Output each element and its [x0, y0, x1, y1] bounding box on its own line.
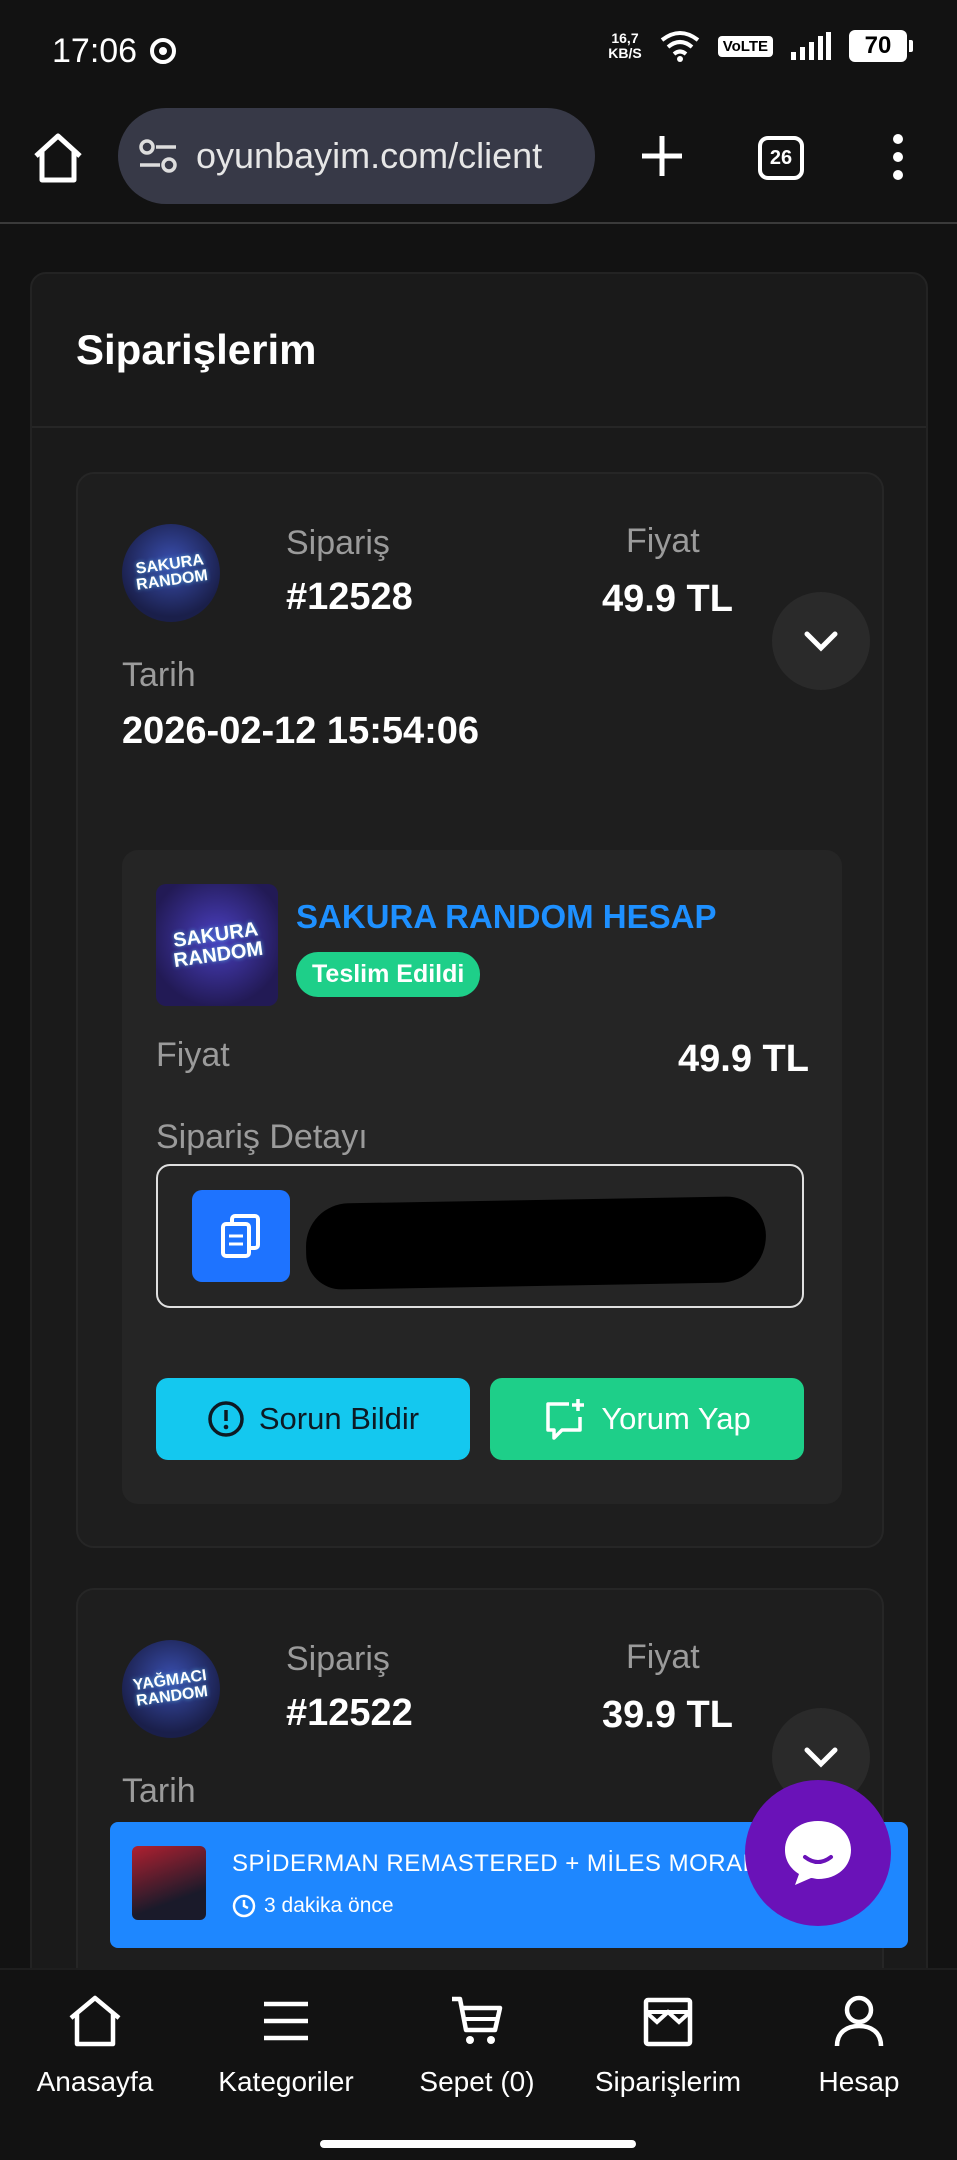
product-name-link[interactable]: SAKURA RANDOM HESAP [296, 898, 716, 936]
order-price: 49.9 TL [602, 578, 733, 620]
live-chat-button[interactable] [745, 1780, 891, 1926]
toast-title: SPİDERMAN REMASTERED + MİLES MORALES [232, 1850, 790, 1877]
clock-icon [232, 1894, 256, 1918]
chevron-down-icon [804, 631, 838, 652]
chevron-down-icon [804, 1747, 838, 1768]
status-bar: 17:06 16,7 KB/S VoLTE 70 [0, 0, 957, 100]
more-options-icon[interactable] [880, 132, 916, 182]
nav-home-label: Anasayfa [36, 2066, 154, 2097]
nav-categories[interactable]: Kategoriler [191, 1994, 381, 2098]
wifi-icon [660, 31, 699, 62]
order-avatar: YAĞMACI RANDOM [122, 1640, 220, 1738]
orders-page: Siparişlerim SAKURA RANDOM Sipariş #1252… [30, 272, 928, 2012]
tab-switcher-button[interactable]: 26 [758, 136, 804, 180]
chat-icon [785, 1821, 851, 1885]
gesture-bar [320, 2140, 636, 2148]
status-time: 17:06 [52, 32, 138, 70]
order-card: SAKURA RANDOM Sipariş #12528 Fiyat 49.9 … [76, 472, 884, 1548]
order-avatar: SAKURA RANDOM [122, 524, 220, 622]
product-item: SAKURA RANDOM SAKURA RANDOM HESAP Teslim… [122, 850, 842, 1504]
order-label: Sipariş [286, 1640, 390, 1678]
product-price-label: Fiyat [156, 1036, 230, 1074]
product-image: SAKURA RANDOM [156, 884, 278, 1006]
price-label: Fiyat [626, 522, 700, 560]
order-number: #12522 [286, 1692, 413, 1734]
order-detail-field [156, 1164, 804, 1308]
browser-toolbar: oyunbayim.com/client 26 [0, 100, 957, 224]
alert-icon [208, 1401, 244, 1437]
order-number: #12528 [286, 576, 413, 618]
nav-cart[interactable]: Sepet (0) [382, 1994, 572, 2098]
page-title: Siparişlerim [76, 326, 317, 373]
write-review-button[interactable]: Yorum Yap [490, 1378, 804, 1460]
product-price: 49.9 TL [678, 1038, 809, 1080]
comment-add-icon [546, 1399, 585, 1440]
new-tab-icon[interactable] [634, 128, 690, 184]
write-review-label: Yorum Yap [601, 1401, 751, 1436]
price-label: Fiyat [626, 1638, 700, 1676]
order-label: Sipariş [286, 524, 390, 562]
toast-product-image [132, 1846, 206, 1920]
home-icon [69, 1995, 121, 2047]
report-issue-label: Sorun Bildir [258, 1401, 420, 1436]
battery-indicator: 70 [849, 30, 913, 62]
volte-badge: VoLTE [717, 35, 773, 57]
order-card: YAĞMACI RANDOM Sipariş #12522 Fiyat 39.9… [76, 1588, 884, 2010]
copy-button[interactable] [192, 1190, 290, 1282]
store-icon [643, 1997, 693, 2047]
chrome-status-icon [150, 38, 176, 64]
divider [32, 426, 926, 428]
url-text: oyunbayim.com/client [196, 135, 543, 176]
network-speed: 16,7 KB/S [608, 30, 642, 61]
cart-icon [452, 1996, 503, 2044]
nav-account[interactable]: Hesap [764, 1994, 954, 2098]
order-detail-label: Sipariş Detayı [156, 1118, 368, 1156]
nav-categories-label: Kategoriler [218, 2066, 354, 2097]
nav-orders[interactable]: Siparişlerim [573, 1994, 763, 2098]
menu-icon [264, 2001, 308, 2041]
browser-home-icon[interactable] [30, 130, 86, 186]
nav-home[interactable]: Anasayfa [0, 1994, 190, 2098]
nav-orders-label: Siparişlerim [594, 2066, 742, 2097]
toast-time: 3 dakika önce [232, 1894, 394, 1918]
date-label: Tarih [122, 1772, 196, 1810]
redacted-content [305, 1195, 767, 1291]
report-issue-button[interactable]: Sorun Bildir [156, 1378, 470, 1460]
nav-account-label: Hesap [818, 2066, 900, 2097]
url-bar[interactable]: oyunbayim.com/client [118, 108, 595, 204]
order-date: 2026-02-12 15:54:06 [122, 710, 480, 752]
copy-icon [221, 1214, 260, 1258]
nav-cart-label: Sepet (0) [419, 2066, 535, 2097]
expand-order-button[interactable] [772, 592, 870, 690]
user-icon [834, 1995, 884, 2047]
signal-icon [791, 32, 831, 60]
site-settings-icon[interactable] [138, 138, 178, 174]
date-label: Tarih [122, 656, 196, 694]
bottom-navigation: Anasayfa Kategoriler Sepet (0) Siparişle… [0, 1968, 957, 2160]
order-price: 39.9 TL [602, 1694, 733, 1736]
status-badge: Teslim Edildi [296, 952, 481, 997]
